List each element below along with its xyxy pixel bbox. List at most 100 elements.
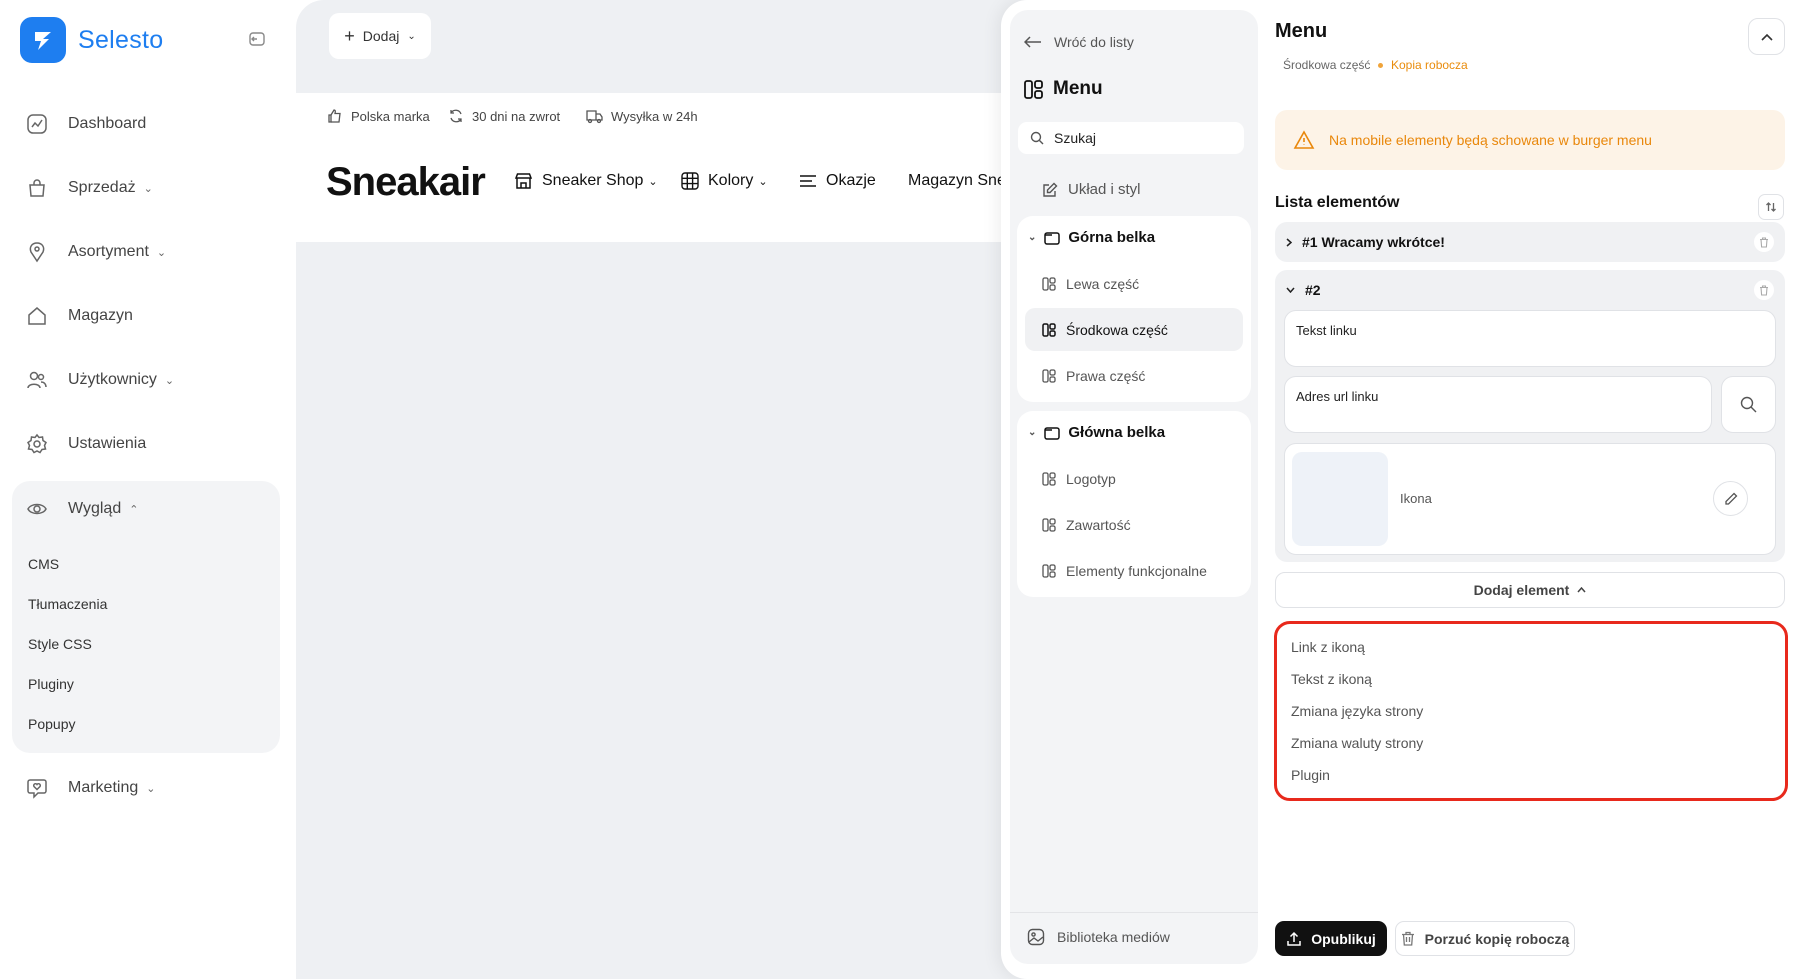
delete-item-button[interactable] xyxy=(1754,232,1774,252)
app-name: Selesto xyxy=(78,25,164,54)
edit-icon-button[interactable] xyxy=(1713,481,1748,516)
add-element-label: Dodaj element xyxy=(1473,582,1570,598)
tree-title-text: Menu xyxy=(1053,78,1103,99)
chevron-down-icon: ⌄ xyxy=(648,175,658,188)
layout-blocks-icon xyxy=(1042,564,1056,578)
tree-item-elementy-funkcjonalne[interactable]: Elementy funkcjonalne xyxy=(1042,563,1207,579)
list-item-label: #1 Wracamy wkrótce! xyxy=(1302,234,1445,250)
sidebar-item-uzytkownicy[interactable]: Użytkownicy ⌄ xyxy=(26,366,174,394)
media-library-link[interactable]: Biblioteka mediów xyxy=(1027,928,1170,946)
image-icon xyxy=(1027,928,1045,946)
discard-draft-button[interactable]: Porzuć kopię roboczą xyxy=(1395,921,1575,956)
link-text-field[interactable]: Tekst linku xyxy=(1284,310,1776,367)
logo-mark-icon xyxy=(20,17,66,63)
publish-label: Opublikuj xyxy=(1311,930,1376,947)
gear-icon xyxy=(26,433,48,455)
grid-icon xyxy=(681,172,699,190)
edit-icon xyxy=(1042,182,1058,198)
icon-preview-thumbnail[interactable] xyxy=(1292,452,1388,546)
tag-icon xyxy=(26,241,48,263)
sidebar-subitem-cms[interactable]: CMS xyxy=(28,556,59,572)
dropdown-item-link-z-ikona[interactable]: Link z ikoną xyxy=(1291,639,1365,655)
tree-item-layout-style[interactable]: Układ i styl xyxy=(1042,181,1141,198)
search-icon xyxy=(1030,131,1044,145)
list-section-label: Lista elementów xyxy=(1275,194,1400,211)
breadcrumb: Środkowa część xyxy=(1283,58,1371,72)
app-logo[interactable]: Selesto xyxy=(20,17,164,63)
url-search-button[interactable] xyxy=(1721,376,1776,433)
sidebar-subitem-style-css[interactable]: Style CSS xyxy=(28,636,92,652)
link-url-field[interactable]: Adres url linku xyxy=(1284,376,1712,433)
chevron-down-icon xyxy=(1286,287,1295,293)
collapse-sidebar-icon[interactable] xyxy=(248,30,270,52)
tree-item-label: Prawa część xyxy=(1066,368,1146,384)
chevron-down-icon: ⌄ xyxy=(407,30,416,42)
field-label: Adres url linku xyxy=(1296,389,1379,404)
sidebar-subitem-pluginy[interactable]: Pluginy xyxy=(28,676,74,692)
sidebar-item-sprzedaz[interactable]: Sprzedaż ⌄ xyxy=(26,174,153,202)
status-badge: Kopia robocza xyxy=(1378,58,1468,72)
divider xyxy=(1010,912,1258,913)
add-button-label: Dodaj xyxy=(362,28,400,44)
publish-button[interactable]: Opublikuj xyxy=(1275,921,1387,956)
menu-label: Okazje xyxy=(826,172,876,189)
search-input[interactable]: Szukaj xyxy=(1018,122,1244,154)
tree-item-lewa-czesc[interactable]: Lewa część xyxy=(1042,276,1139,292)
dropdown-item-tekst-z-ikona[interactable]: Tekst z ikoną xyxy=(1291,671,1372,687)
sidebar-item-label: Magazyn xyxy=(68,307,133,324)
chevron-right-icon xyxy=(1286,237,1292,247)
tree-item-label: Logotyp xyxy=(1066,471,1116,487)
preview-menu-item[interactable]: Okazje xyxy=(799,172,876,190)
sidebar-subitem-popupy[interactable]: Popupy xyxy=(28,716,75,732)
preview-menu-item[interactable]: Magazyn Snea xyxy=(908,172,1001,190)
list-item-label: #2 xyxy=(1305,282,1321,298)
tree-item-srodkowa-czesc[interactable]: Środkowa część xyxy=(1042,322,1168,338)
list-item-header[interactable]: #2 xyxy=(1286,282,1321,298)
store-brand-logo[interactable]: Sneakair xyxy=(326,160,486,205)
sort-icon xyxy=(1765,201,1777,213)
add-element-button[interactable]: Dodaj element xyxy=(1275,572,1785,608)
media-library-label: Biblioteka mediów xyxy=(1057,929,1170,945)
tree-item-prawa-czesc[interactable]: Prawa część xyxy=(1042,368,1145,384)
chevron-down-icon: ⌄ xyxy=(1028,427,1037,438)
back-to-list-link[interactable]: Wróć do listy xyxy=(1024,34,1134,50)
tree-group-glowna-belka[interactable]: ⌄ Główna belka xyxy=(1028,424,1165,441)
dropdown-item-zmiana-jezyka[interactable]: Zmiana języka strony xyxy=(1291,703,1423,719)
status-text: Kopia robocza xyxy=(1391,58,1468,72)
sidebar-item-asortyment[interactable]: Asortyment ⌄ xyxy=(26,238,166,266)
layout-blocks-icon xyxy=(1042,277,1056,291)
sidebar-item-wyglad[interactable]: Wygląd ⌃ xyxy=(26,495,138,523)
delete-item-button[interactable] xyxy=(1754,280,1774,300)
thumbs-up-icon xyxy=(327,108,343,124)
tree-group-gorna-belka[interactable]: ⌄ Górna belka xyxy=(1028,229,1155,246)
sidebar-item-label: Sprzedaż xyxy=(68,179,136,196)
preview-menu-item[interactable]: Sneaker Shop ⌄ xyxy=(514,172,658,190)
sidebar-item-ustawienia[interactable]: Ustawienia xyxy=(26,430,146,458)
warning-icon xyxy=(1293,130,1315,150)
list-item-header[interactable]: #1 Wracamy wkrótce! xyxy=(1286,234,1445,250)
chevron-down-icon: ⌄ xyxy=(1028,232,1037,243)
layout-blocks-icon xyxy=(1042,323,1056,337)
dropdown-item-plugin[interactable]: Plugin xyxy=(1291,767,1330,783)
tree-item-label: Lewa część xyxy=(1066,276,1140,292)
eye-icon xyxy=(26,498,48,520)
chevron-up-icon xyxy=(1760,33,1773,41)
sidebar-subitem-tlumaczenia[interactable]: Tłumaczenia xyxy=(28,596,107,612)
sort-button[interactable] xyxy=(1758,194,1784,220)
tree-item-logotyp[interactable]: Logotyp xyxy=(1042,471,1116,487)
add-button[interactable]: + Dodaj ⌄ xyxy=(329,13,431,59)
collapse-panel-button[interactable] xyxy=(1748,18,1785,55)
chevron-down-icon: ⌄ xyxy=(164,374,175,387)
sidebar-item-dashboard[interactable]: Dashboard xyxy=(26,110,146,138)
sidebar-item-magazyn[interactable]: Magazyn xyxy=(26,302,133,330)
trash-icon xyxy=(1401,931,1415,946)
icon-field-label: Ikona xyxy=(1400,491,1432,506)
sidebar-item-marketing[interactable]: Marketing ⌄ xyxy=(26,774,155,802)
field-label: Tekst linku xyxy=(1296,323,1357,338)
sidebar-item-label: Ustawienia xyxy=(68,435,147,452)
preview-menu-item[interactable]: Kolory ⌄ xyxy=(681,172,768,190)
tree-item-zawartosc[interactable]: Zawartość xyxy=(1042,517,1131,533)
dropdown-item-zmiana-waluty[interactable]: Zmiana waluty strony xyxy=(1291,735,1423,751)
trash-icon xyxy=(1759,236,1769,248)
sidebar-item-label: Marketing xyxy=(68,779,139,796)
